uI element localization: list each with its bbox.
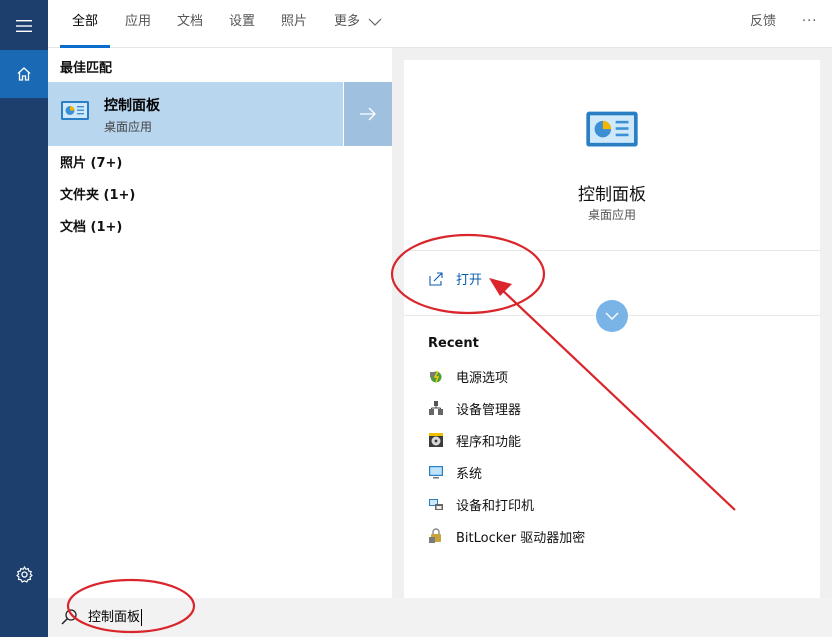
search-scope-tabs: 全部 应用 文档 设置 照片 更多 反馈 ··· bbox=[48, 0, 832, 48]
tab-photos[interactable]: 照片 bbox=[281, 0, 307, 48]
feedback-link[interactable]: 反馈 bbox=[750, 0, 776, 48]
home-button[interactable] bbox=[0, 50, 48, 98]
recent-item-power-options[interactable]: 电源选项 bbox=[428, 366, 508, 386]
text-caret bbox=[141, 609, 143, 626]
recent-item-programs-features[interactable]: 程序和功能 bbox=[428, 430, 521, 450]
device-manager-icon bbox=[429, 401, 443, 415]
chevron-down-icon bbox=[368, 18, 382, 26]
recent-item-bitlocker[interactable]: BitLocker 驱动器加密 bbox=[428, 526, 585, 546]
category-documents[interactable]: 文档 (1+) bbox=[60, 216, 122, 235]
results-pane: 最佳匹配 控制面板 桌面应用 照片 (7+) 文件夹 (1+) 文档 (1+) bbox=[48, 48, 392, 598]
recent-heading: Recent bbox=[428, 336, 479, 351]
hamburger-icon bbox=[16, 20, 32, 32]
chevron-down-icon bbox=[605, 312, 619, 320]
search-input[interactable]: 控制面板 bbox=[88, 607, 143, 629]
best-match-title: 控制面板 bbox=[104, 98, 160, 114]
search-icon bbox=[61, 609, 77, 625]
devices-printers-icon bbox=[429, 499, 443, 510]
power-options-icon bbox=[430, 370, 442, 383]
recent-item-label: 程序和功能 bbox=[456, 434, 522, 450]
more-options-button[interactable]: ··· bbox=[802, 0, 817, 48]
open-external-icon bbox=[429, 271, 443, 286]
bitlocker-icon bbox=[429, 528, 441, 543]
recent-item-label: 设备和打印机 bbox=[456, 498, 535, 514]
category-photos[interactable]: 照片 (7+) bbox=[60, 152, 122, 171]
tab-apps[interactable]: 应用 bbox=[125, 0, 151, 48]
tab-settings[interactable]: 设置 bbox=[229, 0, 255, 48]
recent-item-label: 电源选项 bbox=[456, 370, 509, 386]
system-icon bbox=[429, 466, 443, 479]
tab-all[interactable]: 全部 bbox=[59, 0, 111, 48]
search-bar: 控制面板 bbox=[48, 598, 832, 637]
detail-subtitle: 桌面应用 bbox=[587, 208, 636, 222]
detail-pane: 控制面板 桌面应用 打开 Recent 电源选项 设备管理器 程序和功能 系统 … bbox=[404, 60, 820, 598]
gear-icon bbox=[15, 565, 33, 583]
divider bbox=[404, 250, 820, 251]
best-match-item[interactable]: 控制面板 桌面应用 bbox=[48, 82, 343, 146]
tab-more-label: 更多 bbox=[334, 14, 361, 29]
recent-item-device-manager[interactable]: 设备管理器 bbox=[428, 398, 521, 418]
recent-item-devices-printers[interactable]: 设备和打印机 bbox=[428, 494, 534, 514]
recent-item-label: BitLocker 驱动器加密 bbox=[456, 530, 586, 546]
home-icon bbox=[17, 67, 31, 81]
control-panel-icon bbox=[61, 101, 89, 120]
left-rail bbox=[0, 0, 48, 637]
tab-documents[interactable]: 文档 bbox=[177, 0, 203, 48]
search-query: 控制面板 bbox=[88, 610, 141, 625]
arrow-right-icon bbox=[360, 107, 376, 121]
detail-title: 控制面板 bbox=[578, 185, 646, 205]
recent-item-system[interactable]: 系统 bbox=[428, 462, 482, 482]
category-folders[interactable]: 文件夹 (1+) bbox=[60, 184, 135, 203]
open-details-button[interactable] bbox=[344, 82, 392, 146]
tab-more[interactable]: 更多 bbox=[334, 0, 382, 48]
settings-button[interactable] bbox=[0, 550, 48, 598]
control-panel-large-icon bbox=[586, 111, 638, 147]
open-label: 打开 bbox=[456, 273, 483, 288]
best-match-subtitle: 桌面应用 bbox=[104, 120, 153, 134]
best-match-heading: 最佳匹配 bbox=[60, 61, 113, 76]
recent-item-label: 系统 bbox=[456, 466, 483, 482]
programs-features-icon bbox=[429, 433, 443, 447]
menu-button[interactable] bbox=[0, 2, 48, 50]
recent-item-label: 设备管理器 bbox=[456, 402, 522, 418]
open-action[interactable]: 打开 bbox=[428, 269, 482, 288]
expand-button[interactable] bbox=[596, 300, 628, 332]
